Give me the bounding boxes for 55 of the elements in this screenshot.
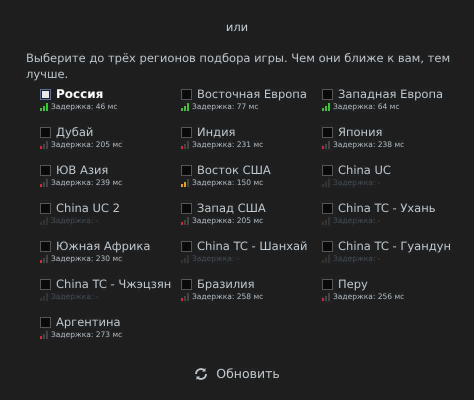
signal-icon [40,103,49,111]
region-name: China TC - Гуандун [338,239,452,253]
region-name: Запад США [197,201,266,215]
region-name: Бразилия [197,277,255,291]
refresh-button[interactable]: Обновить [190,364,284,383]
checkbox[interactable] [181,240,192,252]
checkbox[interactable] [181,278,192,290]
signal-icon [181,217,190,225]
checkbox[interactable] [181,164,192,176]
signal-icon [40,331,49,339]
region-name: Восток США [197,163,271,177]
checkbox[interactable] [181,126,192,138]
signal-icon [181,103,190,111]
signal-icon [322,103,331,111]
signal-icon [181,141,190,149]
checkbox[interactable] [322,126,333,138]
region-name: China UC 2 [56,201,120,215]
region-name: Россия [56,87,104,101]
region-name: Дубай [56,125,94,139]
region-name: China UC [338,163,391,177]
region-name: Южная Африка [56,239,150,253]
refresh-icon [194,366,208,380]
region-name: Индия [197,125,236,139]
region-name: ЮВ Азия [56,163,108,177]
checkbox[interactable] [40,316,51,328]
checkbox[interactable] [322,164,333,176]
signal-icon [322,293,331,301]
checkbox[interactable] [181,202,192,214]
separator-text: или [224,20,250,34]
region-name: Перу [338,277,368,291]
signal-icon [40,255,49,263]
checkbox[interactable] [181,88,192,100]
region-name: Аргентина [56,315,121,329]
checkbox[interactable] [322,88,333,100]
region-name: China TC - Шанхай [197,239,308,253]
checkbox[interactable] [40,88,51,100]
signal-icon [322,141,331,149]
checkbox[interactable] [40,278,51,290]
region-name: Западная Европа [338,87,444,101]
region-name: Япония [338,125,382,139]
checkbox[interactable] [40,240,51,252]
region-name: Восточная Европа [197,87,307,101]
checkbox[interactable] [322,278,333,290]
checkbox[interactable] [322,202,333,214]
instruction-text: Выберите до трёх регионов подбора игры. Чем они ближе к вам, тем лучше. [26,50,452,82]
checkbox[interactable] [322,240,333,252]
signal-icon [40,179,49,187]
checkbox[interactable] [40,126,51,138]
signal-icon [40,141,49,149]
region-name: China TC - Ухань [338,201,436,215]
signal-icon [181,179,190,187]
checkbox[interactable] [40,164,51,176]
checkbox[interactable] [40,202,51,214]
region-name: China TC - Чжэцзян [56,277,172,291]
signal-icon [181,293,190,301]
